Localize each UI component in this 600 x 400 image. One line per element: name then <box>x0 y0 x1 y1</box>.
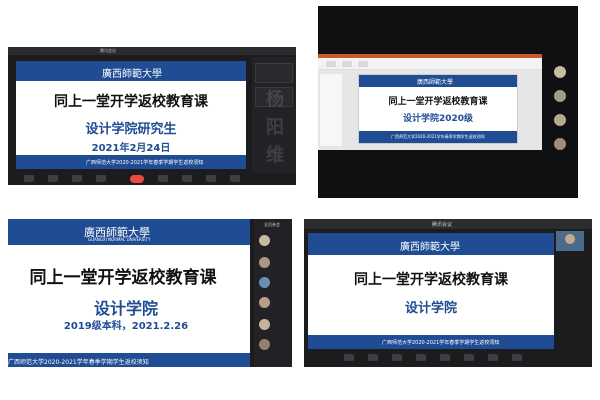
slide-date: 2021年2月24日 <box>91 143 171 154</box>
window-title: 腾讯会议 <box>432 222 453 228</box>
app-ribbon <box>318 54 542 70</box>
window-titlebar: 腾讯会议 <box>8 47 296 55</box>
slide-subtitle: 设计学院2020级 <box>402 114 474 124</box>
end-meeting-button[interactable] <box>130 175 144 183</box>
share-button[interactable] <box>392 354 402 361</box>
slide-subtitle: 设计学院 <box>404 301 457 316</box>
participants-button[interactable] <box>440 354 450 361</box>
invite-button[interactable] <box>96 175 106 182</box>
meeting-toolbar <box>304 351 592 367</box>
editor-area: 廣西師範大學 同上一堂开学返校教育课 设计学院2020级 广西师范大学2020-… <box>318 70 542 150</box>
meeting-toolbar <box>8 173 296 185</box>
slide-thumbnails <box>320 74 342 146</box>
ribbon-button[interactable] <box>358 61 368 67</box>
participants-button[interactable] <box>158 175 168 182</box>
window-title: 腾讯会议 <box>100 48 116 53</box>
video-button[interactable] <box>368 354 378 361</box>
meeting-screenshot-4: 腾讯会议 廣西師範大學 同上一堂开学返校教育课 设计学院 广西师范大学2020-… <box>304 219 592 367</box>
ribbon-button[interactable] <box>342 61 352 67</box>
participant-list: 全员参会 <box>254 219 292 367</box>
university-english-name: GUANGXI NORMAL UNIVERSITY <box>88 237 151 242</box>
slide-subtitle: 设计学院研究生 <box>85 122 177 137</box>
meeting-screenshot-2: 廣西師範大學 同上一堂开学返校教育课 设计学院2020级 广西师范大学2020-… <box>318 6 578 198</box>
slide-footer-band: 广西师范大学2020-2021学年春季学期学生返校须知 <box>308 335 554 349</box>
slide-header-band: 廣西師範大學 <box>16 61 246 81</box>
participant-strip <box>546 54 578 174</box>
slide-footer-text: 广西师范大学2020-2021学年春季学期学生返校须知 <box>86 160 204 166</box>
avatar[interactable] <box>554 90 566 102</box>
slide-title: 同上一堂开学返校教育课 <box>29 268 217 288</box>
avatar[interactable] <box>259 277 270 288</box>
avatar[interactable] <box>259 319 270 330</box>
chat-button[interactable] <box>182 175 192 182</box>
slide-subtitle: 设计学院 <box>93 299 158 318</box>
speaker-video[interactable] <box>556 231 584 251</box>
avatar[interactable] <box>259 297 270 308</box>
share-button[interactable] <box>72 175 82 182</box>
slide-title: 同上一堂开学返校教育课 <box>54 94 208 110</box>
avatar[interactable] <box>554 138 566 150</box>
record-button[interactable] <box>488 354 498 361</box>
watermark-char: 阳 <box>266 117 284 138</box>
avatar[interactable] <box>259 235 270 246</box>
chat-button[interactable] <box>464 354 474 361</box>
video-button[interactable] <box>48 175 58 182</box>
meeting-screenshot-3: 廣西師範大學 GUANGXI NORMAL UNIVERSITY 同上一堂开学返… <box>8 219 292 367</box>
avatar <box>565 234 575 244</box>
slide-footer-text: 广西师范大学2020-2021学年春季学期学生返校须知 <box>391 134 485 139</box>
participant-tile[interactable] <box>255 63 293 83</box>
university-logo: 廣西師範大學 <box>417 79 454 86</box>
mute-button[interactable] <box>24 175 34 182</box>
slide-footer-band: 广西师范大学2020-2021学年春季学期学生返校须知 <box>8 353 250 367</box>
slide-title: 同上一堂开学返校教育课 <box>388 97 488 107</box>
slide-grade-date: 2019级本科，2021.2.26 <box>63 321 189 332</box>
slide-3: 廣西師範大學 GUANGXI NORMAL UNIVERSITY 同上一堂开学返… <box>8 219 250 367</box>
watermark-char: 维 <box>266 145 284 166</box>
university-logo: 廣西師範大學 <box>400 242 460 253</box>
university-logo: 廣西師範大學 <box>102 69 162 80</box>
slide-header-band: 廣西師範大學 <box>359 75 517 87</box>
ribbon-accent <box>318 54 542 58</box>
slide-1: 廣西師範大學 同上一堂开学返校教育课 设计学院研究生 2021年2月24日 广西… <box>16 61 246 169</box>
ribbon-button[interactable] <box>326 61 336 67</box>
slide-footer-text: 广西师范大学2020-2021学年春季学期学生返校须知 <box>8 359 149 366</box>
settings-button[interactable] <box>230 175 240 182</box>
slide-footer-band: 广西师范大学2020-2021学年春季学期学生返校须知 <box>16 155 246 169</box>
settings-button[interactable] <box>512 354 522 361</box>
slide-4: 廣西師範大學 同上一堂开学返校教育课 设计学院 广西师范大学2020-2021学… <box>308 233 554 349</box>
participant-list-title: 全员参会 <box>264 222 280 227</box>
meeting-screenshot-1: 腾讯会议 廣西師範大學 同上一堂开学返校教育课 设计学院研究生 2021年2月2… <box>8 47 296 185</box>
window-titlebar: 腾讯会议 <box>304 219 592 229</box>
participant-strip: 杨 阳 维 <box>252 57 296 173</box>
slide-footer-text: 广西师范大学2020-2021学年春季学期学生返校须知 <box>382 340 500 346</box>
slide-header-band: 廣西師範大學 GUANGXI NORMAL UNIVERSITY <box>8 219 250 245</box>
invite-button[interactable] <box>416 354 426 361</box>
avatar[interactable] <box>259 339 270 350</box>
slide-2: 廣西師範大學 同上一堂开学返校教育课 设计学院2020级 广西师范大学2020-… <box>358 74 518 144</box>
slide-title: 同上一堂开学返校教育课 <box>354 272 508 288</box>
mute-button[interactable] <box>344 354 354 361</box>
slide-header-band: 廣西師範大學 <box>308 233 554 255</box>
avatar[interactable] <box>259 257 270 268</box>
slide-footer-band: 广西师范大学2020-2021学年春季学期学生返校须知 <box>359 131 517 143</box>
record-button[interactable] <box>206 175 216 182</box>
watermark-char: 杨 <box>266 89 284 110</box>
avatar[interactable] <box>554 114 566 126</box>
avatar[interactable] <box>554 66 566 78</box>
